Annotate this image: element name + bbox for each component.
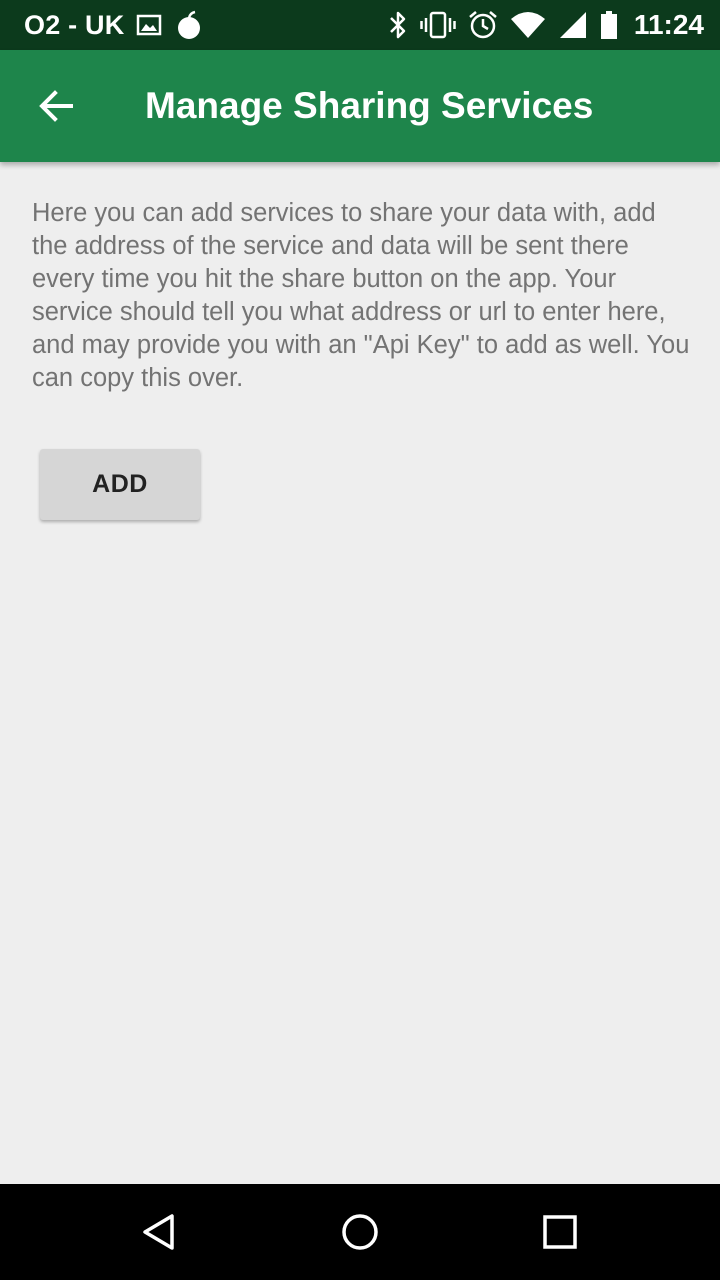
- arrow-back-icon: [38, 88, 74, 124]
- status-left: O2 - UK: [24, 10, 216, 41]
- recents-square-icon: [540, 1212, 580, 1252]
- status-clock: 11:24: [633, 9, 704, 40]
- vibrate-icon: [420, 11, 456, 39]
- image-icon: [136, 14, 162, 36]
- add-button[interactable]: ADD: [40, 449, 200, 520]
- status-right: 11:24: [376, 9, 704, 41]
- description-text: Here you can add services to share your …: [32, 199, 690, 392]
- signal-icon: [558, 11, 588, 39]
- home-circle-icon: [340, 1212, 380, 1252]
- wifi-icon: [510, 11, 546, 39]
- app-bar: Manage Sharing Services: [0, 50, 720, 162]
- back-triangle-icon: [140, 1212, 180, 1252]
- navigation-bar: [0, 1184, 720, 1280]
- bluetooth-icon: [388, 10, 408, 40]
- page-title: Manage Sharing Services: [145, 85, 594, 126]
- alarm-icon: [468, 10, 498, 40]
- status-bar: O2 - UK 11:24: [0, 0, 720, 50]
- nav-back-button[interactable]: [112, 1184, 208, 1280]
- main-content: Here you can add services to share your …: [32, 197, 692, 395]
- battery-icon: [600, 10, 618, 40]
- apple-icon: [176, 10, 202, 40]
- nav-home-button[interactable]: [312, 1184, 408, 1280]
- back-button[interactable]: [0, 50, 112, 162]
- nav-recents-button[interactable]: [512, 1184, 608, 1280]
- carrier-name: O2 - UK: [24, 9, 125, 40]
